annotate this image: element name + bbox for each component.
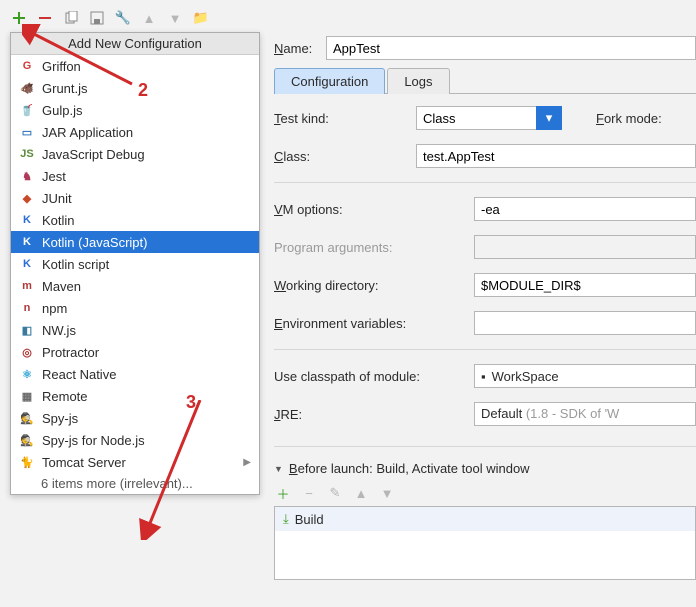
build-icon: ⤓ xyxy=(283,511,289,527)
before-launch-list[interactable]: ⤓ Build xyxy=(274,506,696,580)
config-icon: 🕵 xyxy=(19,410,35,426)
forkmode-label: Fork mode: xyxy=(596,111,662,126)
config-icon: K xyxy=(19,212,35,228)
down-icon: ▼ xyxy=(166,9,184,27)
config-item-kotlin[interactable]: K Kotlin xyxy=(11,209,259,231)
config-label: Jest xyxy=(42,169,66,184)
config-item-react-native[interactable]: ⚛ React Native xyxy=(11,363,259,385)
classpath-label: Use classpath of module: xyxy=(274,369,460,384)
jre-label: JRE: xyxy=(274,407,460,422)
config-label: Kotlin xyxy=(42,213,75,228)
config-icon: ♞ xyxy=(19,168,35,184)
config-label: Spy-js xyxy=(42,411,78,426)
config-icon: JS xyxy=(19,146,35,162)
workdir-input[interactable] xyxy=(474,273,696,297)
jre-select[interactable]: Default (1.8 - SDK of 'W xyxy=(474,402,696,426)
class-input[interactable] xyxy=(416,144,696,168)
remove-task-button: − xyxy=(300,484,318,502)
testkind-select[interactable]: ▾ xyxy=(416,106,562,130)
config-item-javascript-debug[interactable]: JS JavaScript Debug xyxy=(11,143,259,165)
before-launch-label: Before launch: Build, Activate tool wind… xyxy=(289,461,530,476)
tab-configuration[interactable]: Configuration xyxy=(274,68,385,94)
config-label: Maven xyxy=(42,279,81,294)
vmoptions-label: VM options: xyxy=(274,202,460,217)
chevron-down-icon[interactable]: ▾ xyxy=(536,106,562,130)
config-item-maven[interactable]: m Maven xyxy=(11,275,259,297)
config-label: JAR Application xyxy=(42,125,133,140)
task-up-icon: ▲ xyxy=(352,484,370,502)
tab-logs[interactable]: Logs xyxy=(387,68,449,94)
config-item-junit[interactable]: ◆ JUnit xyxy=(11,187,259,209)
config-icon: ◧ xyxy=(19,322,35,338)
collapse-icon[interactable]: ▼ xyxy=(274,464,283,474)
config-icon: 🥤 xyxy=(19,102,35,118)
config-label: Remote xyxy=(42,389,88,404)
config-label: Gulp.js xyxy=(42,103,82,118)
task-down-icon: ▼ xyxy=(378,484,396,502)
config-icon: m xyxy=(19,278,35,294)
config-label: JavaScript Debug xyxy=(42,147,145,162)
class-label: Class: xyxy=(274,149,402,164)
envvars-label: Environment variables: xyxy=(274,316,460,331)
config-icon: 🕵 xyxy=(19,432,35,448)
edit-task-button: ✎ xyxy=(326,484,344,502)
config-icon: K xyxy=(19,234,35,250)
config-label: npm xyxy=(42,301,67,316)
testkind-label: Test kind: xyxy=(274,111,402,126)
config-label: Protractor xyxy=(42,345,99,360)
config-item-kotlin-script[interactable]: K Kotlin script xyxy=(11,253,259,275)
config-icon: K xyxy=(19,256,35,272)
config-item-npm[interactable]: nnpm xyxy=(11,297,259,319)
add-task-button[interactable]: ＋ xyxy=(274,484,292,502)
config-item-kotlin-javascript-[interactable]: K Kotlin (JavaScript) xyxy=(11,231,259,253)
programargs-label: Program arguments: xyxy=(274,240,460,255)
workdir-label: Working directory: xyxy=(274,278,460,293)
list-item[interactable]: ⤓ Build xyxy=(275,507,695,531)
config-label: Kotlin script xyxy=(42,257,109,272)
chevron-right-icon: ▶ xyxy=(243,457,251,468)
config-icon: ⚛ xyxy=(19,366,35,382)
config-item-jar-application[interactable]: ▭ JAR Application xyxy=(11,121,259,143)
config-item-gulp-js[interactable]: 🥤 Gulp.js xyxy=(11,99,259,121)
envvars-input[interactable] xyxy=(474,311,696,335)
config-icon: 🐈 xyxy=(19,454,35,470)
config-icon: ▭ xyxy=(19,124,35,140)
config-item-jest[interactable]: ♞ Jest xyxy=(11,165,259,187)
config-item-protractor[interactable]: ◎ Protractor xyxy=(11,341,259,363)
config-label: JUnit xyxy=(42,191,72,206)
folder-icon[interactable]: 📁 xyxy=(192,9,210,27)
up-icon: ▲ xyxy=(140,9,158,27)
config-label: React Native xyxy=(42,367,116,382)
name-input[interactable] xyxy=(326,36,696,60)
config-icon: n xyxy=(19,300,35,316)
vmoptions-input[interactable] xyxy=(474,197,696,221)
name-label: Name: xyxy=(274,41,314,56)
config-icon: ◎ xyxy=(19,344,35,360)
classpath-select[interactable]: ▪ WorkSpace xyxy=(474,364,696,388)
module-icon: ▪ xyxy=(481,369,486,384)
config-label: NW.js xyxy=(42,323,76,338)
config-label: Kotlin (JavaScript) xyxy=(42,235,147,250)
config-icon: ◆ xyxy=(19,190,35,206)
config-icon: ▦ xyxy=(19,388,35,404)
config-item-nw-js[interactable]: ◧ NW.js xyxy=(11,319,259,341)
programargs-input[interactable] xyxy=(474,235,696,259)
